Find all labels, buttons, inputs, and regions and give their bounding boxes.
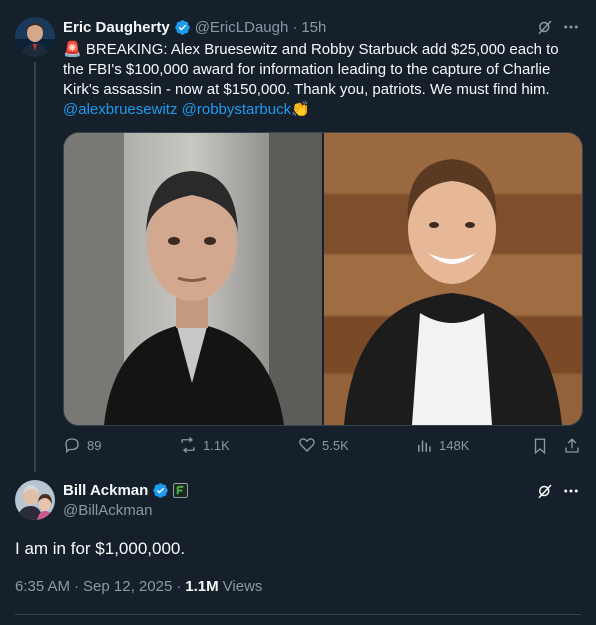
tweet-body: BREAKING: Alex Bruesewitz and Robby Star… <box>63 41 559 98</box>
share-icon[interactable] <box>562 436 582 456</box>
like-count: 5.5K <box>322 437 349 453</box>
repost-icon <box>181 437 195 453</box>
author-name[interactable]: Eric Daugherty <box>63 19 170 36</box>
more-icon[interactable] <box>561 17 581 37</box>
tweet-meta: 6:35 AM · Sep 12, 2025 · 1.1M Views <box>15 578 262 595</box>
main-tweet-text: I am in for $1,000,000. <box>15 539 186 558</box>
thread-line <box>34 62 36 472</box>
repost-count: 1.1K <box>203 437 230 453</box>
verified-badge-icon <box>174 19 191 36</box>
separator: · <box>74 578 80 595</box>
parent-tweet-header: Eric Daugherty @EricLDaugh · 15h <box>63 17 326 37</box>
mention-alexbruesewitz[interactable]: @alexbruesewitz <box>63 101 177 118</box>
views-count: 148K <box>439 437 470 453</box>
views-button[interactable]: 148K <box>415 436 469 454</box>
separator: · <box>292 18 298 36</box>
grok-icon[interactable] <box>535 17 555 37</box>
views-label: Views <box>222 578 263 595</box>
tweet-time[interactable]: 6:35 AM <box>15 578 70 595</box>
affiliate-badge-icon[interactable] <box>173 482 189 498</box>
avatar-eric-daugherty[interactable] <box>15 17 55 57</box>
photo-alex-bruesewitz[interactable] <box>64 133 322 425</box>
separator: · <box>176 578 182 595</box>
author-handle[interactable]: @BillAckman <box>63 502 152 519</box>
repost-button[interactable]: 1.1K <box>179 436 230 454</box>
like-button[interactable]: 5.5K <box>298 436 349 454</box>
mention-robbystarbuck[interactable]: @robbystarbuck <box>182 101 291 118</box>
author-handle[interactable]: @EricLDaugh <box>195 19 289 36</box>
more-icon[interactable] <box>561 481 581 501</box>
tweet-date[interactable]: Sep 12, 2025 <box>83 578 172 595</box>
tweet-media[interactable] <box>63 132 583 426</box>
siren-emoji: 🚨 <box>63 41 82 58</box>
reply-icon <box>65 438 79 454</box>
grok-icon[interactable] <box>535 481 555 501</box>
reply-count: 89 <box>87 437 102 453</box>
divider <box>15 614 581 615</box>
main-tweet-header: Bill Ackman <box>63 480 189 500</box>
views-count: 1.1M <box>185 578 219 595</box>
avatar-bill-ackman[interactable] <box>15 480 55 520</box>
views-icon <box>418 440 431 452</box>
verified-badge-icon <box>152 482 169 499</box>
bookmark-icon[interactable] <box>530 436 550 456</box>
author-name[interactable]: Bill Ackman <box>63 482 148 499</box>
clap-emoji: 👏 <box>291 101 310 118</box>
like-icon <box>299 438 315 452</box>
timestamp[interactable]: 15h <box>301 19 326 36</box>
photo-robby-starbuck[interactable] <box>324 133 582 425</box>
reply-button[interactable]: 89 <box>63 436 101 454</box>
parent-tweet-text: 🚨 BREAKING: Alex Bruesewitz and Robby St… <box>63 40 581 120</box>
